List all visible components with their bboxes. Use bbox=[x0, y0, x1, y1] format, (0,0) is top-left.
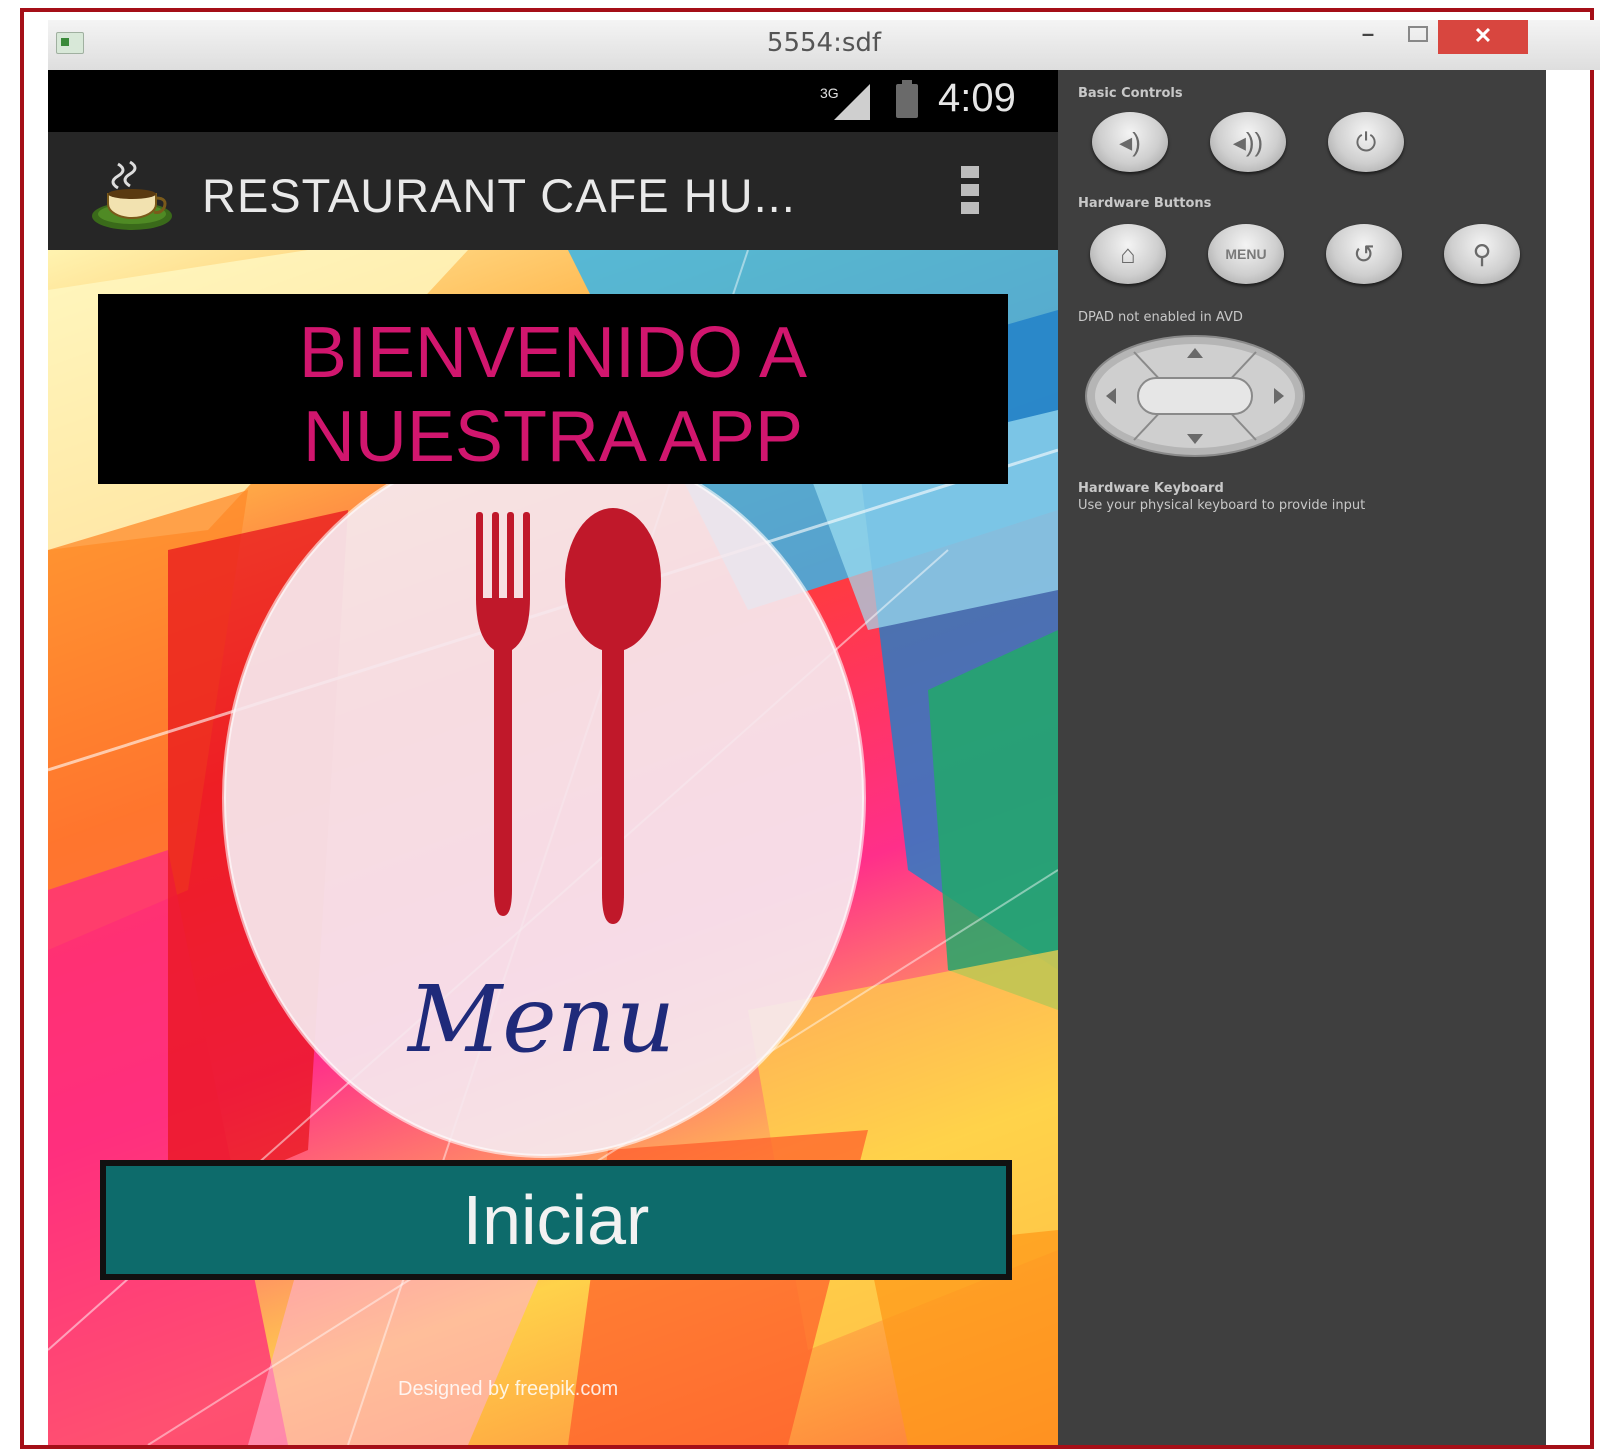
keyboard-info: Hardware Keyboard Use your physical keyb… bbox=[1078, 480, 1365, 514]
volume-up-icon: ◂)) bbox=[1232, 127, 1264, 157]
status-bar: 3G 4:09 bbox=[48, 70, 1058, 132]
app-content: BIENVENIDO A NUESTRA APP Menu Iniciar De… bbox=[48, 250, 1058, 1445]
dpad-control[interactable] bbox=[1084, 334, 1306, 458]
close-button[interactable]: ✕ bbox=[1438, 20, 1528, 54]
dpad-label: DPAD not enabled in AVD bbox=[1078, 310, 1243, 325]
keyboard-hint: Use your physical keyboard to provide in… bbox=[1078, 498, 1366, 513]
overflow-menu-icon[interactable] bbox=[958, 166, 982, 226]
minimize-button[interactable]: – bbox=[1348, 20, 1388, 50]
power-button[interactable]: ⏻ bbox=[1328, 112, 1404, 172]
app-title: RESTAURANT CAFE HU... bbox=[202, 169, 796, 222]
menu-logo-text: Menu bbox=[408, 966, 676, 1073]
keyboard-label: Hardware Keyboard bbox=[1078, 481, 1224, 496]
hardware-buttons-label: Hardware Buttons bbox=[1078, 196, 1212, 211]
welcome-text-line-2: NUESTRA APP bbox=[302, 397, 804, 477]
volume-up-button[interactable]: ◂)) bbox=[1210, 112, 1286, 172]
home-button[interactable]: ⌂ bbox=[1090, 224, 1166, 284]
welcome-banner: BIENVENIDO A NUESTRA APP bbox=[98, 294, 1008, 484]
credit-text: Designed by freepik.com bbox=[398, 1378, 619, 1400]
search-button[interactable]: ⚲ bbox=[1444, 224, 1520, 284]
home-icon: ⌂ bbox=[1120, 239, 1136, 269]
volume-down-icon: ◂) bbox=[1119, 127, 1141, 157]
action-bar: RESTAURANT CAFE HU... bbox=[48, 132, 1058, 250]
spoon-icon bbox=[565, 508, 661, 924]
coffee-cup-icon bbox=[92, 160, 172, 230]
fork-icon bbox=[476, 512, 530, 916]
maximize-icon bbox=[1408, 26, 1428, 42]
welcome-text-line-1: BIENVENIDO A bbox=[298, 313, 808, 393]
hardware-menu-button[interactable]: MENU bbox=[1208, 224, 1284, 284]
signal-icon: 3G bbox=[820, 84, 870, 120]
network-type-label: 3G bbox=[820, 85, 839, 101]
volume-down-button[interactable]: ◂) bbox=[1092, 112, 1168, 172]
start-button[interactable]: Iniciar bbox=[100, 1160, 1012, 1280]
maximize-button[interactable] bbox=[1398, 20, 1438, 50]
basic-controls-label: Basic Controls bbox=[1078, 86, 1183, 101]
battery-icon bbox=[896, 80, 918, 118]
emulator-controls-panel: Basic Controls ◂) ◂)) ⏻ Hardware Buttons… bbox=[1058, 70, 1546, 1445]
status-time: 4:09 bbox=[938, 76, 1016, 120]
window-titlebar: 5554:sdf – ✕ bbox=[48, 20, 1600, 70]
power-icon: ⏻ bbox=[1355, 127, 1377, 157]
search-icon: ⚲ bbox=[1472, 239, 1492, 269]
emulator-screen: 3G 4:09 RESTAURANT CAFE HU... BIENVENIDO… bbox=[48, 70, 1058, 1445]
back-button[interactable]: ↺ bbox=[1326, 224, 1402, 284]
back-icon: ↺ bbox=[1353, 239, 1375, 269]
